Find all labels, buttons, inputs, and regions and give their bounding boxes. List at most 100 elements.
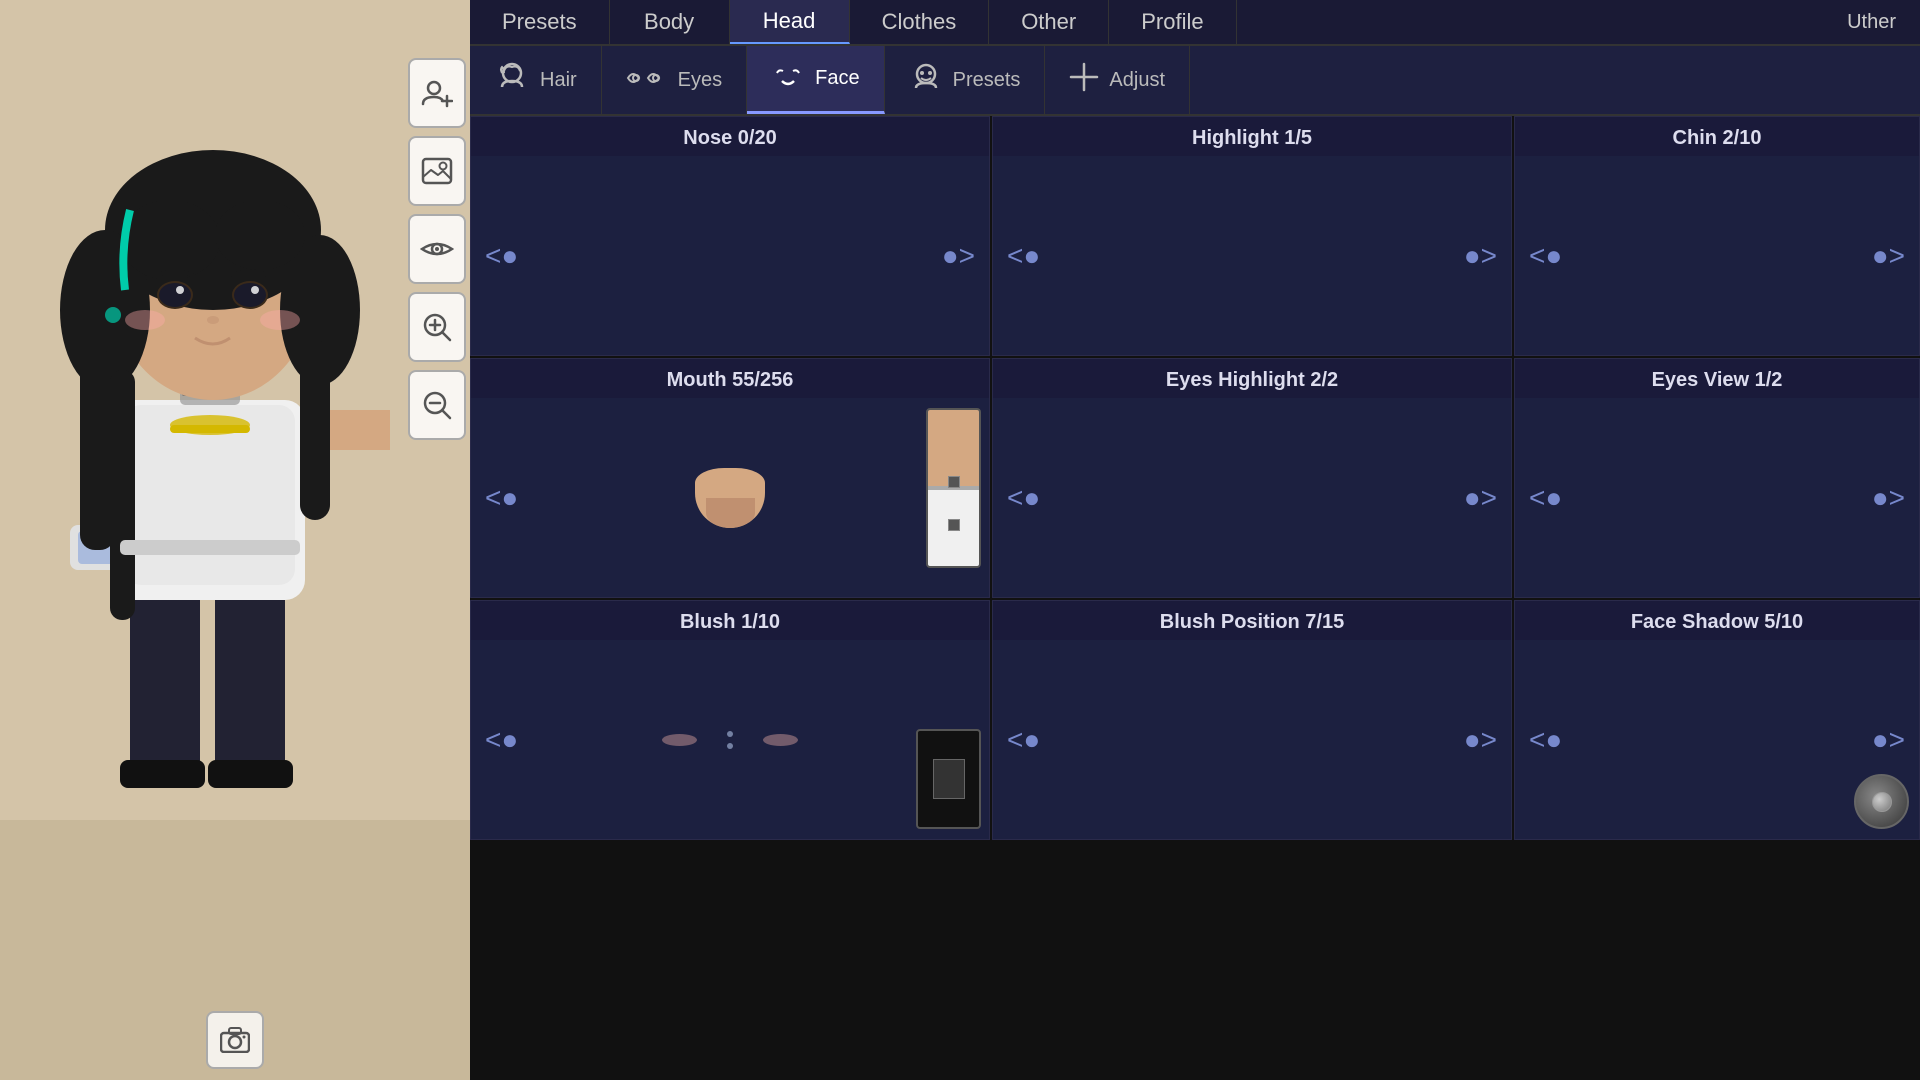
- face-shadow-next-arrow[interactable]: ●>: [1858, 716, 1919, 764]
- sub-tab-eyes-label: Eyes: [678, 69, 722, 92]
- chin-next-arrow[interactable]: ●>: [1858, 232, 1919, 280]
- tab-body[interactable]: Body: [610, 0, 730, 44]
- sub-tab-eyes[interactable]: Eyes: [602, 46, 747, 114]
- nose-body: <● ●>: [471, 156, 989, 355]
- feature-chin-card: Chin 2/10 <● ●>: [1514, 116, 1920, 356]
- chin-title: Chin 2/10: [1515, 117, 1919, 156]
- nose-prev-arrow[interactable]: <●: [471, 232, 532, 280]
- feature-mouth-card: Mouth 55/256 <● ●>: [470, 358, 990, 598]
- zoom-out-button[interactable]: [408, 370, 466, 440]
- nose-next-arrow[interactable]: ●>: [928, 232, 989, 280]
- face-shadow-prev-arrow[interactable]: <●: [1515, 716, 1576, 764]
- highlight-next-arrow[interactable]: ●>: [1450, 232, 1511, 280]
- blush-prev-arrow[interactable]: <●: [471, 716, 532, 764]
- eyes-view-preview: [1576, 438, 1857, 558]
- sidebar-button-group: [400, 50, 470, 448]
- feature-blush-card: Blush 1/10 <● ●>: [470, 600, 990, 840]
- face-icon: [771, 61, 805, 96]
- character-container: [30, 70, 390, 790]
- swatch-handle-bottom: [948, 519, 960, 531]
- blush-position-title: Blush Position 7/15: [993, 601, 1511, 640]
- feature-nose-card: Nose 0/20 <● ●>: [470, 116, 990, 356]
- feature-face-shadow-card: Face Shadow 5/10 <● ●>: [1514, 600, 1920, 840]
- sub-tab-adjust[interactable]: Adjust: [1045, 46, 1190, 114]
- feature-eyes-highlight-card: Eyes Highlight 2/2 <● ●>: [992, 358, 1512, 598]
- sub-tab-presets[interactable]: Presets: [885, 46, 1046, 114]
- blush-body: <● ●>: [471, 640, 989, 839]
- eyes-highlight-next-arrow[interactable]: ●>: [1450, 474, 1511, 522]
- face-shadow-title: Face Shadow 5/10: [1515, 601, 1919, 640]
- eyes-highlight-prev-arrow[interactable]: <●: [993, 474, 1054, 522]
- sub-tab-adjust-label: Adjust: [1109, 69, 1165, 92]
- mouth-prev-arrow[interactable]: <●: [471, 474, 532, 522]
- background-button[interactable]: [408, 136, 466, 206]
- mouth-preview: [532, 438, 927, 558]
- zoom-in-button[interactable]: [408, 292, 466, 362]
- blush-preview: [532, 680, 927, 800]
- chin-preview: [1576, 196, 1857, 316]
- sub-tab-presets-label: Presets: [953, 69, 1021, 92]
- eyes-icon: [626, 65, 668, 96]
- bottom-bar: [0, 1000, 470, 1080]
- blush-center-dots: [727, 731, 733, 749]
- eyes-view-title: Eyes View 1/2: [1515, 359, 1919, 398]
- feature-blush-position-card: Blush Position 7/15 <● ●>: [992, 600, 1512, 840]
- sub-tab-bar: Hair Eyes Face: [470, 46, 1920, 116]
- nose-title: Nose 0/20: [471, 117, 989, 156]
- features-grid: Nose 0/20 <● ●> Highlight 1/5 <● ●> Chin…: [470, 116, 1920, 1080]
- highlight-body: <● ●>: [993, 156, 1511, 355]
- tab-profile[interactable]: Profile: [1109, 0, 1236, 44]
- sub-tab-face[interactable]: Face: [747, 46, 884, 114]
- tab-presets[interactable]: Presets: [470, 0, 610, 44]
- left-panel: ◀ · · ·: [0, 0, 470, 1080]
- sub-tab-face-label: Face: [815, 67, 859, 90]
- mouth-shape-display: [695, 468, 765, 528]
- blush-display: [662, 731, 798, 749]
- blush-position-prev-arrow[interactable]: <●: [993, 716, 1054, 764]
- sub-tab-hair[interactable]: Hair: [470, 46, 602, 114]
- add-character-button[interactable]: [408, 58, 466, 128]
- adjust-icon: [1069, 62, 1099, 99]
- presets-face-icon: [909, 60, 943, 101]
- blush-color-swatch[interactable]: [916, 729, 981, 829]
- highlight-title: Highlight 1/5: [993, 117, 1511, 156]
- face-shadow-body: <● ●>: [1515, 640, 1919, 839]
- feature-eyes-view-card: Eyes View 1/2 <● ●>: [1514, 358, 1920, 598]
- eyes-view-next-arrow[interactable]: ●>: [1858, 474, 1919, 522]
- blush-dot-left: [662, 734, 697, 746]
- eyes-view-body: <● ●>: [1515, 398, 1919, 597]
- camera-button[interactable]: [206, 1011, 264, 1069]
- blush-dot-right: [763, 734, 798, 746]
- tab-head[interactable]: Head: [730, 0, 850, 44]
- blush-title: Blush 1/10: [471, 601, 989, 640]
- eyes-highlight-title: Eyes Highlight 2/2: [993, 359, 1511, 398]
- chin-prev-arrow[interactable]: <●: [1515, 232, 1576, 280]
- sub-tab-hair-label: Hair: [540, 69, 577, 92]
- eye-toggle-button[interactable]: [408, 214, 466, 284]
- blush-position-preview: [1054, 680, 1449, 800]
- eyes-highlight-preview: [1054, 438, 1449, 558]
- eyes-view-prev-arrow[interactable]: <●: [1515, 474, 1576, 522]
- mouth-body: <● ●>: [471, 398, 989, 597]
- dial-inner: [1872, 792, 1892, 812]
- mouth-title: Mouth 55/256: [471, 359, 989, 398]
- feature-highlight-card: Highlight 1/5 <● ●>: [992, 116, 1512, 356]
- blush-position-next-arrow[interactable]: ●>: [1450, 716, 1511, 764]
- tab-other[interactable]: Other: [989, 0, 1109, 44]
- highlight-preview: [1054, 196, 1449, 316]
- right-panel: Presets Body Head Clothes Other Profile …: [470, 0, 1920, 1080]
- blush-dot-center-top: [727, 731, 733, 737]
- mouth-color-swatch[interactable]: [926, 408, 981, 568]
- tab-clothes[interactable]: Clothes: [850, 0, 990, 44]
- blush-swatch-inner: [933, 759, 965, 799]
- hair-icon: [494, 59, 530, 102]
- main-tab-bar: Presets Body Head Clothes Other Profile …: [470, 0, 1920, 46]
- nose-preview: [532, 196, 927, 316]
- face-shadow-dial[interactable]: [1854, 774, 1909, 829]
- face-shadow-preview: [1576, 680, 1857, 800]
- blush-dot-center-bottom: [727, 743, 733, 749]
- eyes-highlight-body: <● ●>: [993, 398, 1511, 597]
- highlight-prev-arrow[interactable]: <●: [993, 232, 1054, 280]
- chin-body: <● ●>: [1515, 156, 1919, 355]
- username-display: Uther: [1823, 0, 1920, 44]
